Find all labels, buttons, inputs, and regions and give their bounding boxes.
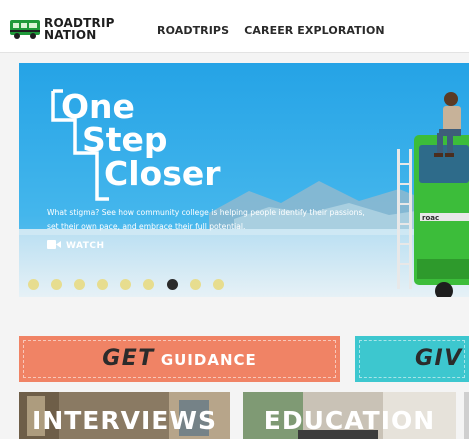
logo-wordmark: ROADTRIP NATION bbox=[44, 17, 115, 41]
hero-title-line-3: Closer bbox=[104, 154, 221, 193]
interviews-tile[interactable]: INTERVIEWS bbox=[19, 392, 230, 439]
give-label: GIV bbox=[415, 346, 469, 371]
bus-logo-icon bbox=[10, 20, 40, 39]
carousel-dot-7[interactable] bbox=[166, 279, 178, 290]
get-guidance-small-text: GUIDANCE bbox=[160, 351, 257, 369]
hero-carousel[interactable]: roac One Step Closer What stigma? See ho… bbox=[19, 63, 469, 297]
carousel-dot-4[interactable] bbox=[97, 279, 109, 290]
nav-career-exploration[interactable]: CAREER EXPLORATION bbox=[244, 24, 385, 37]
watch-button[interactable]: WATCH bbox=[47, 240, 105, 254]
carousel-dot-5[interactable] bbox=[120, 279, 132, 290]
third-tile-partial[interactable] bbox=[464, 392, 469, 439]
main-nav: ROADTRIPS CAREER EXPLORATION bbox=[157, 19, 395, 38]
hero-image: roac One Step Closer bbox=[19, 63, 469, 297]
bus-side-text: roac bbox=[422, 214, 439, 222]
site-header: ROADTRIP NATION ROADTRIPS CAREER EXPLORA… bbox=[0, 0, 469, 53]
video-camera-icon bbox=[47, 240, 61, 249]
get-guidance-big-text: GET bbox=[102, 346, 155, 371]
give-big-text: GIV bbox=[415, 346, 463, 371]
interviews-label: INTERVIEWS bbox=[32, 406, 217, 435]
get-guidance-label: GET GUIDANCE bbox=[19, 346, 340, 371]
carousel-dot-8[interactable] bbox=[189, 279, 201, 290]
carousel-dot-2[interactable] bbox=[51, 279, 63, 290]
carousel-indicators bbox=[28, 275, 231, 290]
watch-label: WATCH bbox=[66, 241, 105, 251]
education-tile[interactable]: EDUCATION bbox=[243, 392, 456, 439]
education-label: EDUCATION bbox=[263, 406, 436, 435]
nav-roadtrips[interactable]: ROADTRIPS bbox=[157, 24, 229, 37]
carousel-dot-9[interactable] bbox=[212, 279, 224, 290]
carousel-dot-3[interactable] bbox=[74, 279, 86, 290]
carousel-dot-6[interactable] bbox=[143, 279, 155, 290]
give-banner[interactable]: GIV bbox=[355, 336, 469, 382]
hero-caption: What stigma? See how community college i… bbox=[47, 208, 365, 231]
logo-line-2: NATION bbox=[44, 28, 97, 42]
carousel-dot-1[interactable] bbox=[28, 279, 39, 290]
get-guidance-banner[interactable]: GET GUIDANCE bbox=[19, 336, 340, 382]
